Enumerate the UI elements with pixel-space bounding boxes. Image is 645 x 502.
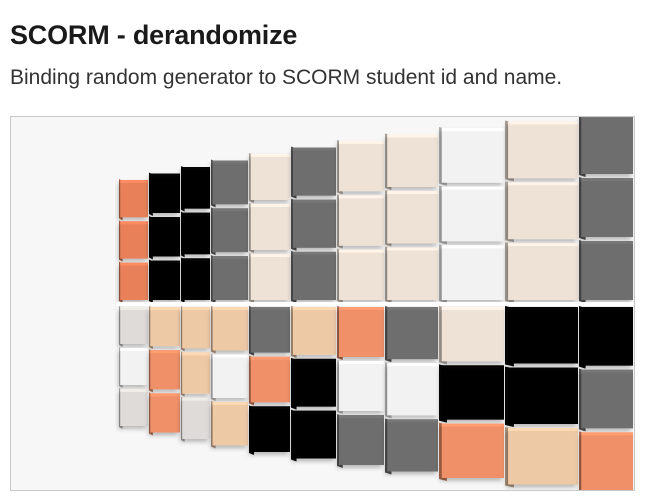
cube-bottom-1-8 (439, 364, 504, 423)
cube-top-1-7 (385, 190, 438, 247)
cube-top-1-10 (579, 177, 633, 240)
cube-top-0-5 (291, 146, 336, 199)
cube-bottom-1-1 (149, 349, 180, 393)
cube-top-1-2 (181, 211, 210, 258)
cube-top-1-4 (249, 203, 290, 253)
cube-top-1-1 (149, 216, 180, 260)
cube-bottom-1-4 (249, 355, 290, 406)
cube-top-1-8 (439, 185, 504, 245)
card-subtitle: Binding random generator to SCORM studen… (10, 66, 563, 89)
cube-bottom-2-4 (249, 405, 290, 455)
cube-top-2-10 (579, 240, 633, 303)
preview-image[interactable] (10, 116, 635, 491)
cube-top-1-3 (211, 207, 248, 256)
cube-top-2-9 (505, 242, 578, 303)
cube-top-0-1 (149, 172, 180, 216)
cube-bottom-2-3 (211, 401, 248, 449)
cube-top-2-4 (249, 253, 290, 303)
cube-top-0-0 (119, 179, 148, 221)
cube-top-2-5 (291, 250, 336, 303)
cube-grid-illustration (11, 117, 634, 490)
cube-bottom-2-8 (439, 422, 504, 481)
cube-top-1-9 (505, 181, 578, 243)
cube-top-2-0 (119, 261, 148, 303)
cube-bottom-0-3 (211, 306, 248, 354)
cube-top-1-5 (291, 198, 336, 251)
cube-top-0-9 (505, 120, 578, 182)
cube-bottom-2-0 (119, 388, 148, 429)
cube-bottom-1-9 (505, 366, 578, 427)
cube-bottom-1-2 (181, 351, 210, 397)
cube-top-2-6 (337, 248, 384, 303)
cube-bottom-2-5 (291, 409, 336, 462)
cube-bottom-2-10 (579, 431, 633, 490)
cube-top-0-8 (439, 127, 504, 186)
cube-bottom-2-6 (337, 414, 384, 468)
cube-top-0-4 (249, 153, 290, 203)
cube-top-2-2 (181, 257, 210, 303)
cube-bottom-0-7 (385, 306, 438, 363)
cube-top-2-7 (385, 246, 438, 303)
cube-bottom-2-9 (505, 427, 578, 488)
cube-bottom-2-1 (149, 392, 180, 436)
card-title: SCORM - derandomize (10, 20, 298, 50)
grid-divider (116, 302, 634, 306)
cube-bottom-0-10 (579, 306, 633, 369)
cube-bottom-2-2 (181, 396, 210, 442)
cube-top-0-7 (385, 133, 438, 190)
cube-bottom-0-6 (337, 306, 384, 360)
cube-bottom-0-4 (249, 306, 290, 356)
cube-bottom-1-0 (119, 347, 148, 388)
cube-top-2-1 (149, 259, 180, 303)
cube-bottom-1-3 (211, 353, 248, 401)
cube-bottom-1-10 (579, 368, 633, 432)
cube-bottom-0-1 (149, 306, 180, 350)
cube-bottom-0-5 (291, 306, 336, 358)
cube-bottom-0-2 (181, 306, 210, 352)
cube-bottom-1-7 (385, 362, 438, 419)
cube-bottom-1-5 (291, 357, 336, 410)
cube-top-0-2 (181, 166, 210, 212)
cube-top-1-6 (337, 194, 384, 249)
cube-bottom-0-8 (439, 306, 504, 365)
cube-bottom-1-6 (337, 360, 384, 414)
cube-top-0-6 (337, 140, 384, 195)
cube-top-0-3 (211, 159, 248, 208)
cube-bottom-0-9 (505, 306, 578, 367)
cube-top-2-3 (211, 255, 248, 303)
cube-top-0-10 (579, 117, 633, 177)
cube-bottom-0-0 (119, 306, 148, 347)
cube-bottom-2-7 (385, 418, 438, 475)
cube-top-1-0 (119, 220, 148, 262)
cube-top-2-8 (439, 244, 504, 303)
